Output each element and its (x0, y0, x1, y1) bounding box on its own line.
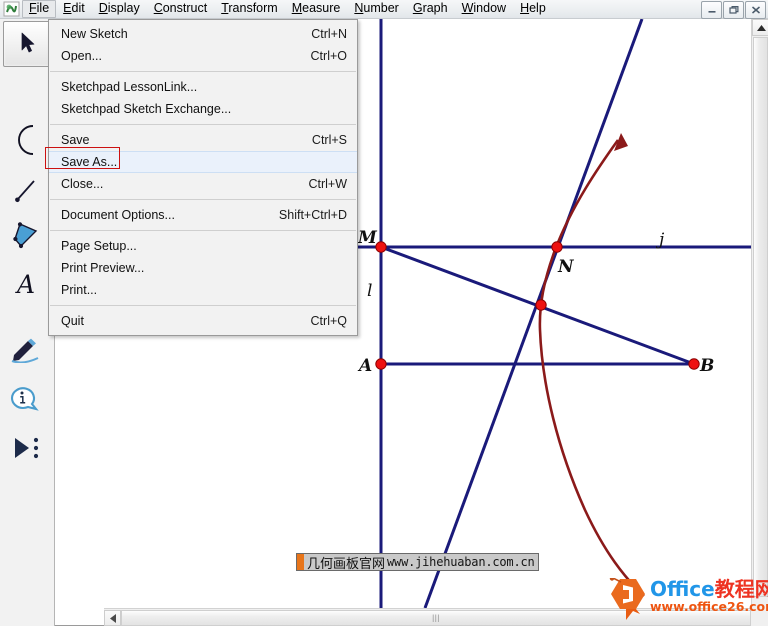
menu-item-label: Save As... (61, 155, 347, 169)
menu-item-accel: Ctrl+O (311, 49, 347, 63)
vertical-scrollbar[interactable] (751, 19, 768, 608)
menu-graph[interactable]: Graph (406, 0, 455, 18)
arrow-select-tool[interactable] (3, 21, 51, 67)
menu-item-sketch-exchange[interactable]: Sketchpad Sketch Exchange... (49, 98, 357, 120)
menu-item-lessonlink[interactable]: Sketchpad LessonLink... (49, 76, 357, 98)
office-hexagon-icon (606, 578, 652, 622)
custom-tool[interactable] (3, 427, 49, 471)
menu-separator (50, 230, 356, 231)
play-dots-icon (10, 435, 42, 464)
menu-separator (50, 124, 356, 125)
svg-text:A: A (15, 270, 35, 299)
straightedge-tool[interactable] (3, 171, 49, 215)
menu-item-print-preview[interactable]: Print Preview... (49, 257, 357, 279)
menu-item-save-as[interactable]: Save As... (49, 151, 357, 173)
menu-item-label: Page Setup... (61, 239, 347, 253)
menu-item-label: Sketchpad Sketch Exchange... (61, 102, 347, 116)
menu-item-new-sketch[interactable]: New Sketch Ctrl+N (49, 23, 357, 45)
menu-file[interactable]: File (22, 0, 56, 18)
marker-tool[interactable] (3, 329, 49, 373)
vertical-scroll-thumb[interactable] (753, 37, 768, 597)
minimize-button[interactable] (701, 1, 722, 19)
menu-item-label: Quit (61, 314, 311, 328)
menu-separator (50, 71, 356, 72)
office-brand-en: Office (650, 577, 715, 601)
information-tool[interactable] (3, 379, 49, 423)
conic-curve[interactable] (540, 140, 644, 596)
menu-item-label: Open... (61, 49, 311, 63)
text-tool[interactable]: A (3, 263, 49, 307)
circle-compass-icon (11, 123, 41, 160)
point-intersection[interactable] (536, 300, 546, 310)
menu-item-accel: Ctrl+N (311, 27, 347, 41)
office-logo-text: Office教程网 www.office26.com (650, 579, 768, 614)
letter-a-icon: A (13, 269, 39, 302)
menu-item-label: Save (61, 133, 312, 147)
menu-item-close[interactable]: Close... Ctrl+W (49, 173, 357, 195)
polygon-tool[interactable] (3, 215, 49, 259)
menu-item-open[interactable]: Open... Ctrl+O (49, 45, 357, 67)
menu-measure[interactable]: Measure (285, 0, 348, 18)
line-steep[interactable] (425, 19, 642, 608)
restore-button[interactable] (723, 1, 744, 19)
menu-item-accel: Ctrl+W (308, 177, 347, 191)
menu-item-label: Print... (61, 283, 347, 297)
menu-item-accel: Shift+Ctrl+D (279, 208, 347, 222)
window-controls (701, 1, 766, 19)
file-menu-dropdown[interactable]: New Sketch Ctrl+N Open... Ctrl+O Sketchp… (48, 19, 358, 336)
office-logo-url: www.office26.com (650, 600, 768, 614)
menu-item-label: Close... (61, 177, 308, 191)
office-brand: Office教程网 (650, 579, 768, 600)
point-b[interactable] (689, 359, 699, 369)
menu-display[interactable]: Display (92, 0, 147, 18)
menu-item-accel: Ctrl+S (312, 133, 347, 147)
watermark-url-text: www.jihehuaban.com.cn (386, 555, 538, 569)
menu-separator (50, 305, 356, 306)
point-a[interactable] (376, 359, 386, 369)
info-bubble-icon (10, 385, 42, 418)
tool-palette: A (0, 19, 55, 626)
menu-item-save[interactable]: Save Ctrl+S (49, 129, 357, 151)
menu-item-document-options[interactable]: Document Options... Shift+Ctrl+D (49, 204, 357, 226)
menu-item-label: Document Options... (61, 208, 279, 222)
office-tutorial-logo: Office教程网 www.office26.com (606, 578, 766, 622)
menu-item-label: New Sketch (61, 27, 311, 41)
menu-item-print[interactable]: Print... (49, 279, 357, 301)
menu-bar: File Edit Display Construct Transform Me… (0, 0, 768, 19)
menu-item-label: Sketchpad LessonLink... (61, 80, 347, 94)
menu-transform[interactable]: Transform (214, 0, 285, 18)
marker-pen-icon (9, 337, 43, 366)
arrow-cursor-icon (16, 31, 38, 58)
watermark-cn-text: 几何画板官网 (304, 553, 386, 572)
site-watermark: 几何画板官网 www.jihehuaban.com.cn (296, 553, 539, 571)
point-label-n[interactable]: N (557, 257, 575, 277)
menu-window[interactable]: Window (455, 0, 513, 18)
compass-tool[interactable] (3, 119, 49, 163)
scroll-left-button[interactable] (104, 610, 121, 626)
scroll-thumb-grip: ||| (432, 613, 440, 622)
line-label-l[interactable]: l (367, 281, 372, 301)
close-button[interactable] (745, 1, 766, 19)
sketchpad-window: File Edit Display Construct Transform Me… (0, 0, 768, 626)
line-segment-icon (12, 178, 40, 209)
menu-edit[interactable]: Edit (56, 0, 92, 18)
office-brand-cn: 教程网 (715, 577, 768, 601)
menu-number[interactable]: Number (347, 0, 405, 18)
menu-item-accel: Ctrl+Q (311, 314, 347, 328)
point-label-a[interactable]: A (357, 356, 372, 376)
watermark-accent-bar (297, 554, 304, 570)
scroll-up-button[interactable] (752, 19, 768, 36)
menu-item-label: Print Preview... (61, 261, 347, 275)
menu-separator (50, 199, 356, 200)
polygon-icon (11, 221, 41, 254)
menu-construct[interactable]: Construct (147, 0, 215, 18)
menu-help[interactable]: Help (513, 0, 553, 18)
point-label-m[interactable]: M (357, 228, 378, 248)
point-m[interactable] (376, 242, 386, 252)
menu-item-page-setup[interactable]: Page Setup... (49, 235, 357, 257)
menu-item-quit[interactable]: Quit Ctrl+Q (49, 310, 357, 332)
point-n[interactable] (552, 242, 562, 252)
point-label-b[interactable]: B (699, 356, 714, 376)
sketchpad-app-icon (3, 1, 20, 17)
